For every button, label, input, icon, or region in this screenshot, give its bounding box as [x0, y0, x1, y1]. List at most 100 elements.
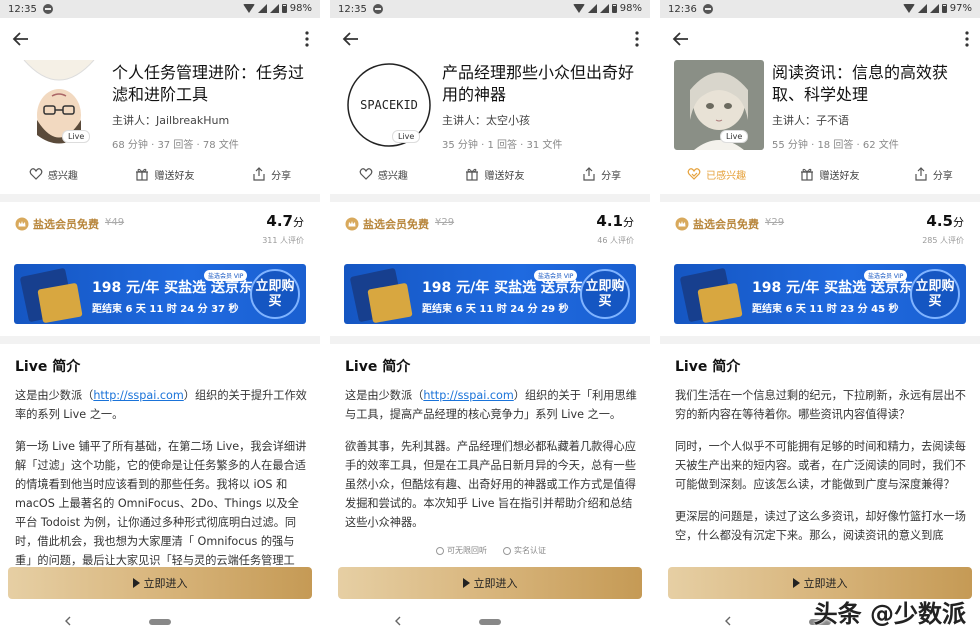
- promo-banner[interactable]: 盐选会员 VIP 198 元/年 买盐选 送京东 距结束 6 天 11 时 24…: [344, 264, 636, 324]
- interest-label: 感兴趣: [377, 170, 408, 182]
- speaker-name[interactable]: 主讲人：子不语: [772, 112, 849, 128]
- live-title: 阅读资讯：信息的高效获取、科学处理: [772, 63, 949, 104]
- vip-free-label: 盐选会员免费: [33, 218, 99, 231]
- enter-live-button[interactable]: 立即进入: [338, 567, 642, 599]
- gift-icon: [136, 168, 149, 181]
- banner-countdown: 距结束 6 天 11 时 24 分 37 秒: [92, 304, 239, 315]
- heart-check-icon: [687, 168, 701, 180]
- battery-level: 98%: [619, 3, 642, 14]
- play-icon: [132, 578, 140, 588]
- share-icon: [915, 167, 927, 181]
- more-vertical-icon[interactable]: [634, 31, 640, 47]
- gift-icon: [466, 168, 479, 181]
- rating-value: 4.1: [596, 212, 623, 230]
- action-bar: 感兴趣 赠送好友 分享: [330, 152, 650, 202]
- gift-button[interactable]: 赠送好友: [800, 167, 859, 182]
- share-button[interactable]: 分享: [914, 167, 953, 182]
- rating-count[interactable]: 285 人评价: [922, 235, 964, 246]
- share-label: 分享: [932, 170, 953, 182]
- nav-home-pill[interactable]: [149, 619, 171, 625]
- vip-crown-icon: [15, 217, 29, 231]
- vip-free-label: 盐选会员免费: [693, 218, 759, 231]
- gift-button[interactable]: 赠送好友: [135, 167, 194, 182]
- live-meta: 35 分钟 · 1 回答 · 31 文件: [442, 140, 563, 151]
- wifi-icon: [902, 4, 915, 13]
- phone-screen-3: 12:36 97% Live 阅读资讯：信息的高效获取、科学处理 主讲人：子不语…: [660, 0, 980, 640]
- top-nav: [0, 18, 320, 60]
- buy-now-button[interactable]: 立即购买: [580, 269, 630, 319]
- live-tag: Live: [392, 130, 421, 143]
- back-arrow-icon[interactable]: [342, 30, 360, 48]
- signal-icon: [917, 4, 927, 13]
- interest-button[interactable]: 感兴趣: [29, 167, 78, 182]
- speaker-name[interactable]: 主讲人：JailbreakHum: [112, 112, 229, 128]
- share-button[interactable]: 分享: [582, 167, 621, 182]
- back-arrow-icon[interactable]: [12, 30, 30, 48]
- intro-section: Live 简介 我们生活在一个信息过剩的纪元，下拉刷新，永远有层出不穷的新内容在…: [675, 356, 967, 558]
- intro-paragraph: 更深层的问题是，读过了这么多资讯，却好像竹篮打水一场空，什么都没有沉定下来。那么…: [675, 510, 966, 542]
- intro-title: Live 简介: [345, 359, 411, 375]
- banner-headline: 198 元/年 买盐选 送京东: [752, 280, 913, 296]
- signal-icon: [257, 4, 267, 13]
- buy-now-button[interactable]: 立即购买: [910, 269, 960, 319]
- promo-banner[interactable]: 盐选会员 VIP 198 元/年 买盐选 送京东 距结束 6 天 11 时 23…: [674, 264, 966, 324]
- banner-countdown: 距结束 6 天 11 时 24 分 29 秒: [422, 304, 569, 315]
- enter-label: 立即进入: [803, 577, 848, 590]
- share-label: 分享: [271, 170, 292, 182]
- section-divider: [660, 336, 980, 344]
- nav-back-icon[interactable]: [64, 616, 72, 626]
- action-bar: 感兴趣 赠送好友 分享: [0, 152, 320, 202]
- wifi-icon: [572, 4, 585, 13]
- sspai-link[interactable]: http://sspai.com: [93, 389, 183, 402]
- rating-count[interactable]: 46 人评价: [597, 235, 634, 246]
- enter-live-button[interactable]: 立即进入: [8, 567, 312, 599]
- plus-card-graphic: [367, 282, 413, 324]
- action-bar: 已感兴趣 赠送好友 分享: [660, 152, 980, 202]
- rating-count[interactable]: 311 人评价: [262, 235, 304, 246]
- intro-text: 这是由少数派（: [15, 389, 94, 402]
- top-nav: [330, 18, 650, 60]
- price-row: 盐选会员免费 ¥29 4.1分 46 人评价: [330, 202, 650, 254]
- check-circle-icon: [436, 546, 444, 555]
- rating-value: 4.7: [266, 212, 293, 230]
- screenshot-stage: 12:35 98% Live 个人任务管理进阶：任务过滤和进阶工具 主讲人：Ja…: [0, 0, 980, 640]
- speaker-name[interactable]: 主讲人：太空小孩: [442, 112, 530, 128]
- share-button[interactable]: 分享: [252, 167, 291, 182]
- gift-button[interactable]: 赠送好友: [465, 167, 524, 182]
- signal-icon: [599, 4, 609, 13]
- live-tag: Live: [720, 130, 749, 143]
- intro-title: Live 简介: [15, 359, 81, 375]
- nav-back-icon[interactable]: [724, 616, 732, 626]
- intro-paragraph: 我们生活在一个信息过剩的纪元，下拉刷新，永远有层出不穷的新内容在等待着你。哪些资…: [675, 389, 966, 421]
- status-bar: 12:36 97%: [660, 0, 980, 18]
- interest-button[interactable]: 感兴趣: [359, 167, 408, 182]
- promo-banner[interactable]: 盐选会员 VIP 198 元/年 买盐选 送京东 距结束 6 天 11 时 24…: [14, 264, 306, 324]
- system-nav-bar: [330, 604, 650, 640]
- intro-paragraph: 这是由少数派（http://sspai.com）组织的关于提升工作效率的系列 L…: [15, 386, 307, 424]
- signal-icon: [269, 4, 279, 13]
- buy-now-button[interactable]: 立即购买: [250, 269, 300, 319]
- sspai-link[interactable]: http://sspai.com: [423, 389, 513, 402]
- live-meta: 55 分钟 · 18 回答 · 62 文件: [772, 140, 899, 151]
- status-bar: 12:35 98%: [330, 0, 650, 18]
- badge-label: 可无限回听: [447, 546, 487, 555]
- nav-home-pill[interactable]: [479, 619, 501, 625]
- more-vertical-icon[interactable]: [304, 31, 310, 47]
- intro-title: Live 简介: [675, 359, 741, 375]
- live-title: 个人任务管理进阶：任务过滤和进阶工具: [112, 63, 305, 104]
- nav-back-icon[interactable]: [394, 616, 402, 626]
- play-icon: [462, 578, 470, 588]
- feature-badges: 可无限回听 实名认证: [345, 545, 637, 556]
- toutiao-watermark: 头条 @少数派: [813, 600, 966, 628]
- original-price: ¥49: [105, 217, 125, 228]
- vip-free-label: 盐选会员免费: [363, 218, 429, 231]
- banner-headline: 198 元/年 买盐选 送京东: [92, 280, 253, 296]
- banner-countdown: 距结束 6 天 11 时 23 分 45 秒: [752, 304, 899, 315]
- check-circle-icon: [503, 546, 511, 555]
- more-vertical-icon[interactable]: [964, 31, 970, 47]
- section-divider: [330, 336, 650, 344]
- interest-button[interactable]: 已感兴趣: [687, 167, 746, 182]
- intro-paragraph: 同时，一个人似乎不可能拥有足够的时间和精力，去阅读每天被生产出来的短内容。或者，…: [675, 440, 966, 491]
- heart-plus-icon: [359, 168, 373, 180]
- back-arrow-icon[interactable]: [672, 30, 690, 48]
